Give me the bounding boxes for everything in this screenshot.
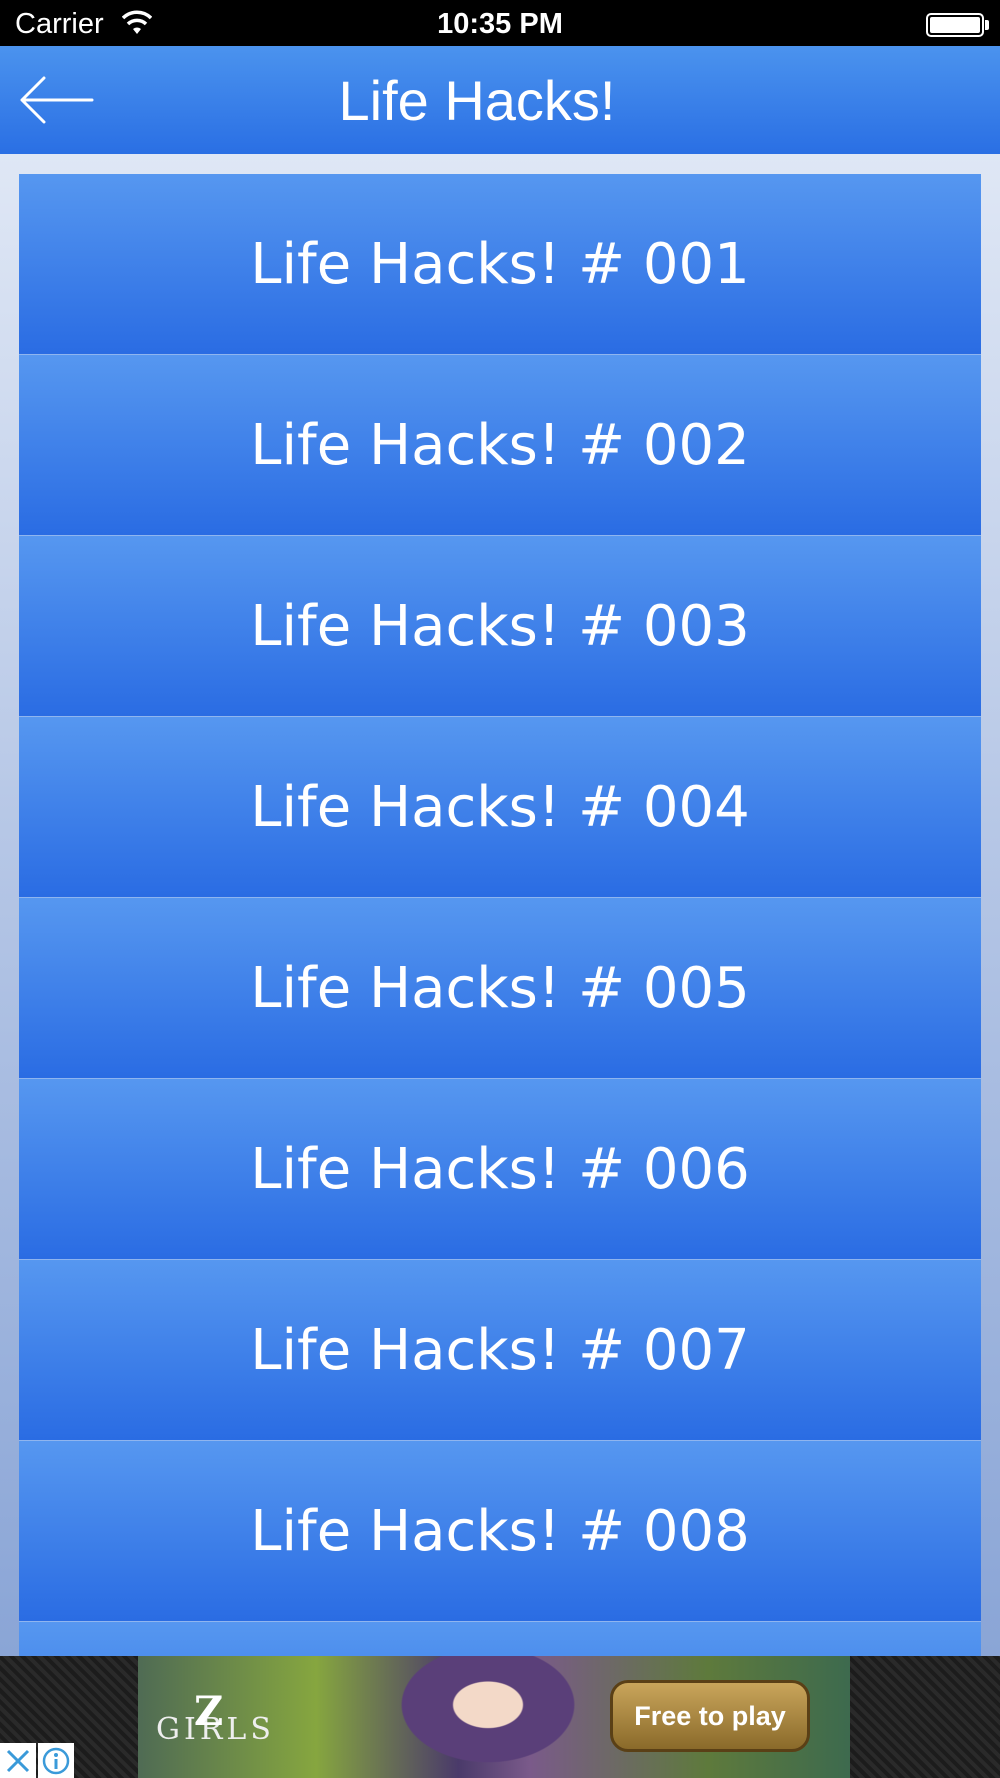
list-item-label: Life Hacks! # 002	[250, 412, 750, 478]
list-item-label: Life Hacks! # 007	[250, 1317, 750, 1383]
list-item[interactable]: Life Hacks! # 001	[19, 174, 981, 355]
nav-bar: Life Hacks!	[0, 46, 1000, 154]
list-item-label: Life Hacks! # 005	[250, 955, 750, 1021]
ad-image[interactable]: GIRLS Z Free to play	[138, 1656, 850, 1778]
battery-nub	[985, 20, 989, 30]
list-item-label: Life Hacks! # 001	[250, 231, 750, 297]
ad-logo-letter: Z	[194, 1688, 224, 1735]
list-item[interactable]: Life Hacks! # 007	[19, 1260, 981, 1441]
ad-cta-button[interactable]: Free to play	[610, 1680, 810, 1752]
list-item-label: Life Hacks! # 003	[250, 593, 750, 659]
content-area: Life Hacks! # 001 Life Hacks! # 002 Life…	[0, 154, 1000, 1656]
status-bar: Carrier 10:35 PM	[0, 0, 1000, 46]
info-icon[interactable]	[38, 1743, 74, 1778]
list-item-label: Life Hacks! # 008	[250, 1498, 750, 1564]
page-title: Life Hacks!	[338, 69, 616, 132]
list-item[interactable]: Life Hacks! # 006	[19, 1079, 981, 1260]
list-item-label: Life Hacks! # 006	[250, 1136, 750, 1202]
close-icon[interactable]	[0, 1743, 36, 1778]
list-item[interactable]: Life Hacks! # 005	[19, 898, 981, 1079]
clock: 10:35 PM	[437, 8, 563, 40]
list-item[interactable]: Life Hacks! # 004	[19, 717, 981, 898]
list-item[interactable]: Life Hacks! # 008	[19, 1441, 981, 1622]
ad-character-art	[378, 1656, 598, 1778]
list-item[interactable]: Life Hacks! # 003	[19, 536, 981, 717]
hacks-list: Life Hacks! # 001 Life Hacks! # 002 Life…	[19, 174, 981, 1656]
battery-icon	[926, 13, 984, 37]
list-item-partial[interactable]	[19, 1622, 981, 1656]
list-item-label: Life Hacks! # 004	[250, 774, 750, 840]
ad-banner[interactable]: GIRLS Z Free to play	[0, 1656, 1000, 1778]
list-item[interactable]: Life Hacks! # 002	[19, 355, 981, 536]
